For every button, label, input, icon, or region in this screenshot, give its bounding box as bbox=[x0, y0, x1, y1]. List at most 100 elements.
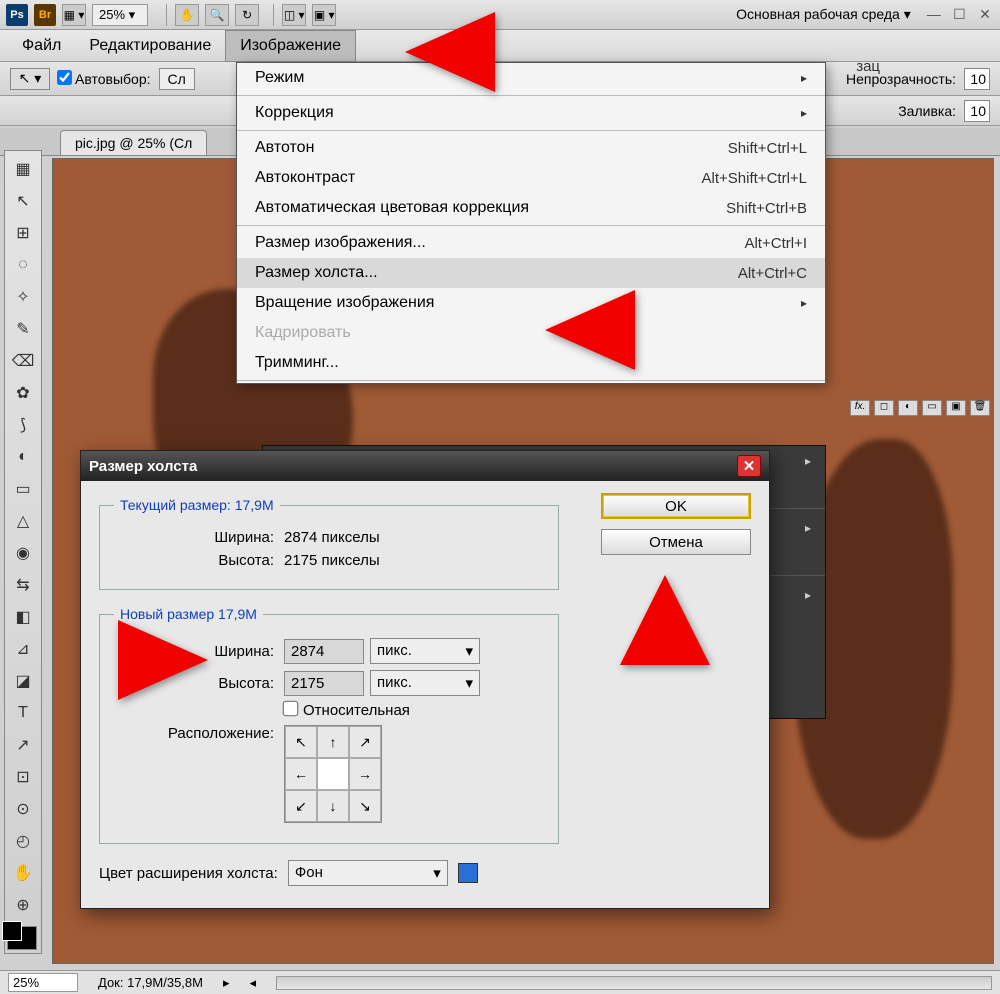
anchor-sw[interactable]: ↙ bbox=[285, 790, 317, 822]
new-icon[interactable]: ▣ bbox=[946, 400, 966, 416]
dialog-close-button[interactable]: ✕ bbox=[737, 455, 761, 477]
fill-value[interactable]: 10 bbox=[964, 100, 990, 122]
app-titlebar: Ps Br ▦ ▾ 25% ▾ ✋ 🔍 ↻ ◫ ▾ ▣ ▾ Основная р… bbox=[0, 0, 1000, 30]
autoselect-checkbox[interactable]: Автовыбор: bbox=[58, 71, 151, 87]
tool-12[interactable]: ◉ bbox=[7, 538, 39, 568]
anchor-w[interactable]: ← bbox=[285, 758, 317, 790]
anchor-label: Расположение: bbox=[114, 725, 284, 742]
cancel-button[interactable]: Отмена bbox=[601, 529, 751, 555]
tool-19[interactable]: ⊡ bbox=[7, 762, 39, 792]
status-bar: 25% Док: 17,9M/35,8M ▸ ◂ bbox=[0, 970, 1000, 994]
adjust-icon[interactable]: ◐ bbox=[898, 400, 918, 416]
menu-item-image-size[interactable]: Размер изображения...Alt+Ctrl+I bbox=[237, 228, 825, 258]
trash-icon[interactable]: 🗑 bbox=[970, 400, 990, 416]
fill-label: Заливка: bbox=[898, 103, 956, 119]
anchor-grid[interactable]: ↖↑↗ ← → ↙↓↘ bbox=[284, 725, 382, 823]
current-size-legend: Текущий размер: 17,9M bbox=[114, 497, 280, 513]
tool-preset-picker[interactable]: ↖ ▾ bbox=[10, 68, 50, 90]
bridge-logo-icon[interactable]: Br bbox=[34, 4, 56, 26]
tool-22[interactable]: ✋ bbox=[7, 858, 39, 888]
annotation-arrow-1 bbox=[385, 12, 495, 102]
color-swatch[interactable] bbox=[7, 926, 37, 950]
toolbox: ▦↖⊞◌✧✎⌫✿⟆◐▭△◉⇆◧⊿◪T↗⊡⊙◴✋⊕ bbox=[4, 150, 42, 954]
mask-icon[interactable]: ◻ bbox=[874, 400, 894, 416]
group-icon[interactable]: ▭ bbox=[922, 400, 942, 416]
tool-23[interactable]: ⊕ bbox=[7, 890, 39, 920]
menu-item-canvas-size[interactable]: Размер холста...Alt+Ctrl+C bbox=[237, 258, 825, 288]
relative-checkbox[interactable]: Относительная bbox=[284, 702, 410, 719]
menu-item-autocontrast[interactable]: АвтоконтрастAlt+Shift+Ctrl+L bbox=[237, 163, 825, 193]
menu-item-autocolor[interactable]: Автоматическая цветовая коррекцияShift+C… bbox=[237, 193, 825, 223]
tool-20[interactable]: ⊙ bbox=[7, 794, 39, 824]
current-size-fieldset: Текущий размер: 17,9M Ширина: 2874 пиксе… bbox=[99, 497, 559, 590]
dialog-titlebar[interactable]: Размер холста ✕ bbox=[81, 451, 769, 481]
close-icon[interactable]: ✕ bbox=[976, 6, 994, 23]
status-zoom[interactable]: 25% bbox=[8, 973, 78, 992]
tool-21[interactable]: ◴ bbox=[7, 826, 39, 856]
panel-icons-strip: fx. ◻ ◐ ▭ ▣ 🗑 bbox=[850, 400, 990, 416]
anchor-nw[interactable]: ↖ bbox=[285, 726, 317, 758]
ext-color-label: Цвет расширения холста: bbox=[99, 865, 278, 882]
tool-3[interactable]: ◌ bbox=[7, 250, 39, 280]
maximize-icon[interactable]: ☐ bbox=[950, 6, 968, 23]
tool-10[interactable]: ▭ bbox=[7, 474, 39, 504]
menu-item-adjustments[interactable]: Коррекция bbox=[237, 98, 825, 128]
tool-8[interactable]: ⟆ bbox=[7, 410, 39, 440]
menu-file[interactable]: Файл bbox=[8, 31, 75, 61]
tool-6[interactable]: ⌫ bbox=[7, 346, 39, 376]
menu-edit[interactable]: Редактирование bbox=[75, 31, 225, 61]
tool-15[interactable]: ⊿ bbox=[7, 634, 39, 664]
arrange-docs-icon[interactable]: ◫ ▾ bbox=[282, 4, 306, 26]
tool-1[interactable]: ↖ bbox=[7, 186, 39, 216]
workspace-switcher[interactable]: Основная рабочая среда ▾ bbox=[726, 6, 921, 23]
tool-7[interactable]: ✿ bbox=[7, 378, 39, 408]
new-width-input[interactable] bbox=[284, 639, 364, 664]
screen-mode-icon[interactable]: ▣ ▾ bbox=[312, 4, 336, 26]
zoom-level-combo[interactable]: 25% ▾ bbox=[92, 4, 148, 26]
anchor-se[interactable]: ↘ bbox=[349, 790, 381, 822]
tool-5[interactable]: ✎ bbox=[7, 314, 39, 344]
document-tab[interactable]: pic.jpg @ 25% (Сл bbox=[60, 130, 207, 155]
tool-2[interactable]: ⊞ bbox=[7, 218, 39, 248]
tool-9[interactable]: ◐ bbox=[7, 442, 39, 472]
rotate-view-icon[interactable]: ↻ bbox=[235, 4, 259, 26]
width-unit-combo[interactable]: пикс.▾ bbox=[370, 638, 480, 664]
zoom-tool-icon[interactable]: 🔍 bbox=[205, 4, 229, 26]
horizontal-scrollbar[interactable] bbox=[276, 976, 992, 990]
menu-image[interactable]: Изображение bbox=[225, 30, 356, 62]
menu-item-mode[interactable]: Режим bbox=[237, 63, 825, 93]
opacity-value[interactable]: 10 bbox=[964, 68, 990, 90]
tool-11[interactable]: △ bbox=[7, 506, 39, 536]
current-width-label: Ширина: bbox=[114, 529, 284, 546]
tool-16[interactable]: ◪ bbox=[7, 666, 39, 696]
tool-4[interactable]: ✧ bbox=[7, 282, 39, 312]
status-arrow-icon[interactable]: ▸ bbox=[223, 975, 230, 991]
dialog-title: Размер холста bbox=[89, 458, 197, 475]
minimize-icon[interactable]: — bbox=[925, 6, 943, 22]
panel-tab-partial[interactable]: зац bbox=[856, 58, 880, 75]
anchor-center[interactable] bbox=[317, 758, 349, 790]
height-unit-combo[interactable]: пикс.▾ bbox=[370, 670, 480, 696]
status-doc-size: Док: 17,9M/35,8M bbox=[98, 975, 203, 990]
mini-bridge-icon[interactable]: ▦ ▾ bbox=[62, 4, 86, 26]
tool-0[interactable]: ▦ bbox=[7, 154, 39, 184]
anchor-s[interactable]: ↓ bbox=[317, 790, 349, 822]
ext-color-swatch[interactable] bbox=[458, 863, 478, 883]
hand-tool-icon[interactable]: ✋ bbox=[175, 4, 199, 26]
new-height-input[interactable] bbox=[284, 671, 364, 696]
ext-color-combo[interactable]: Фон▾ bbox=[288, 860, 448, 886]
tool-14[interactable]: ◧ bbox=[7, 602, 39, 632]
anchor-n[interactable]: ↑ bbox=[317, 726, 349, 758]
autoselect-combo[interactable]: Сл bbox=[159, 68, 195, 90]
tool-13[interactable]: ⇆ bbox=[7, 570, 39, 600]
fx-icon[interactable]: fx. bbox=[850, 400, 870, 416]
tool-17[interactable]: T bbox=[7, 698, 39, 728]
current-height-value: 2175 пикселы bbox=[284, 552, 380, 569]
tool-18[interactable]: ↗ bbox=[7, 730, 39, 760]
menu-item-autotone[interactable]: АвтотонShift+Ctrl+L bbox=[237, 133, 825, 163]
annotation-arrow-4 bbox=[620, 555, 710, 665]
anchor-ne[interactable]: ↗ bbox=[349, 726, 381, 758]
anchor-e[interactable]: → bbox=[349, 758, 381, 790]
ok-button[interactable]: OK bbox=[601, 493, 751, 519]
scroll-left-icon[interactable]: ◂ bbox=[250, 975, 257, 991]
